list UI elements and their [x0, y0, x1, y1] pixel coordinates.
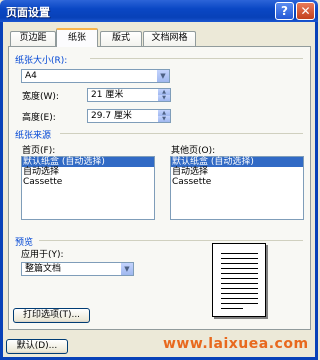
help-button[interactable]: ?	[275, 2, 294, 20]
chevron-down-icon[interactable]: ▼	[120, 263, 133, 275]
print-options-button[interactable]: 打印选项(T)...	[13, 308, 90, 323]
preview-text-line	[221, 303, 258, 304]
other-pages-list[interactable]: 默认纸盒 (自动选择) 自动选择 Cassette	[170, 156, 304, 220]
tab-document-grid[interactable]: 文档网格	[143, 31, 196, 46]
preview-text-line	[221, 298, 258, 299]
close-button[interactable]: ✕	[296, 2, 315, 20]
first-page-list[interactable]: 默认纸盒 (自动选择) 自动选择 Cassette	[21, 156, 155, 220]
height-value: 29.7 厘米	[91, 111, 132, 121]
height-label: 高度(E):	[22, 113, 56, 123]
preview-text-line	[221, 308, 243, 309]
preview-text-line	[221, 293, 258, 294]
list-item[interactable]: 默认纸盒 (自动选择)	[171, 157, 303, 167]
page-preview	[212, 243, 266, 317]
list-item[interactable]: 自动选择	[171, 167, 303, 177]
tab-paper[interactable]: 纸张	[56, 28, 98, 47]
preview-text-line	[221, 278, 258, 279]
width-label: 宽度(W):	[22, 92, 59, 102]
preview-text-line	[221, 258, 258, 259]
list-item[interactable]: 自动选择	[22, 167, 154, 177]
site-watermark: www.laixuea.com	[163, 336, 309, 352]
preview-text-line	[221, 288, 258, 289]
paper-source-rule	[60, 133, 303, 134]
other-pages-label: 其他页(O):	[171, 146, 216, 156]
list-item[interactable]: Cassette	[171, 177, 303, 187]
paper-size-select[interactable]: A4 ▼	[21, 69, 170, 83]
preview-text-line	[221, 283, 258, 284]
title-bar: 页面设置 ? ✕	[0, 0, 318, 22]
apply-to-select[interactable]: 整篇文档 ▼	[21, 262, 134, 276]
height-stepper[interactable]: 29.7 厘米 ▲ ▼	[87, 109, 171, 123]
preview-text-line	[221, 253, 258, 254]
tab-margins[interactable]: 页边距	[10, 31, 56, 46]
preview-text-line	[221, 273, 258, 274]
default-button[interactable]: 默认(D)...	[6, 339, 68, 354]
apply-to-value: 整篇文档	[25, 264, 62, 274]
preview-rule	[39, 240, 303, 241]
window-title: 页面设置	[6, 6, 50, 19]
tab-layout[interactable]: 版式	[100, 31, 142, 46]
preview-text-line	[221, 263, 258, 264]
spin-down-icon[interactable]: ▼	[158, 95, 170, 101]
apply-to-label: 应用于(Y):	[21, 250, 64, 260]
width-value: 21 厘米	[91, 90, 124, 100]
width-stepper[interactable]: 21 厘米 ▲ ▼	[87, 88, 171, 102]
paper-size-label: 纸张大小(R):	[15, 56, 68, 66]
list-item[interactable]: Cassette	[22, 177, 154, 187]
chevron-down-icon[interactable]: ▼	[156, 70, 169, 82]
spin-down-icon[interactable]: ▼	[158, 116, 170, 122]
paper-size-value: A4	[25, 71, 37, 81]
list-item[interactable]: 默认纸盒 (自动选择)	[22, 157, 154, 167]
paper-source-label: 纸张来源	[15, 131, 52, 141]
paper-size-rule	[90, 58, 303, 59]
first-page-label: 首页(F):	[22, 146, 56, 156]
preview-text-line	[221, 268, 258, 269]
